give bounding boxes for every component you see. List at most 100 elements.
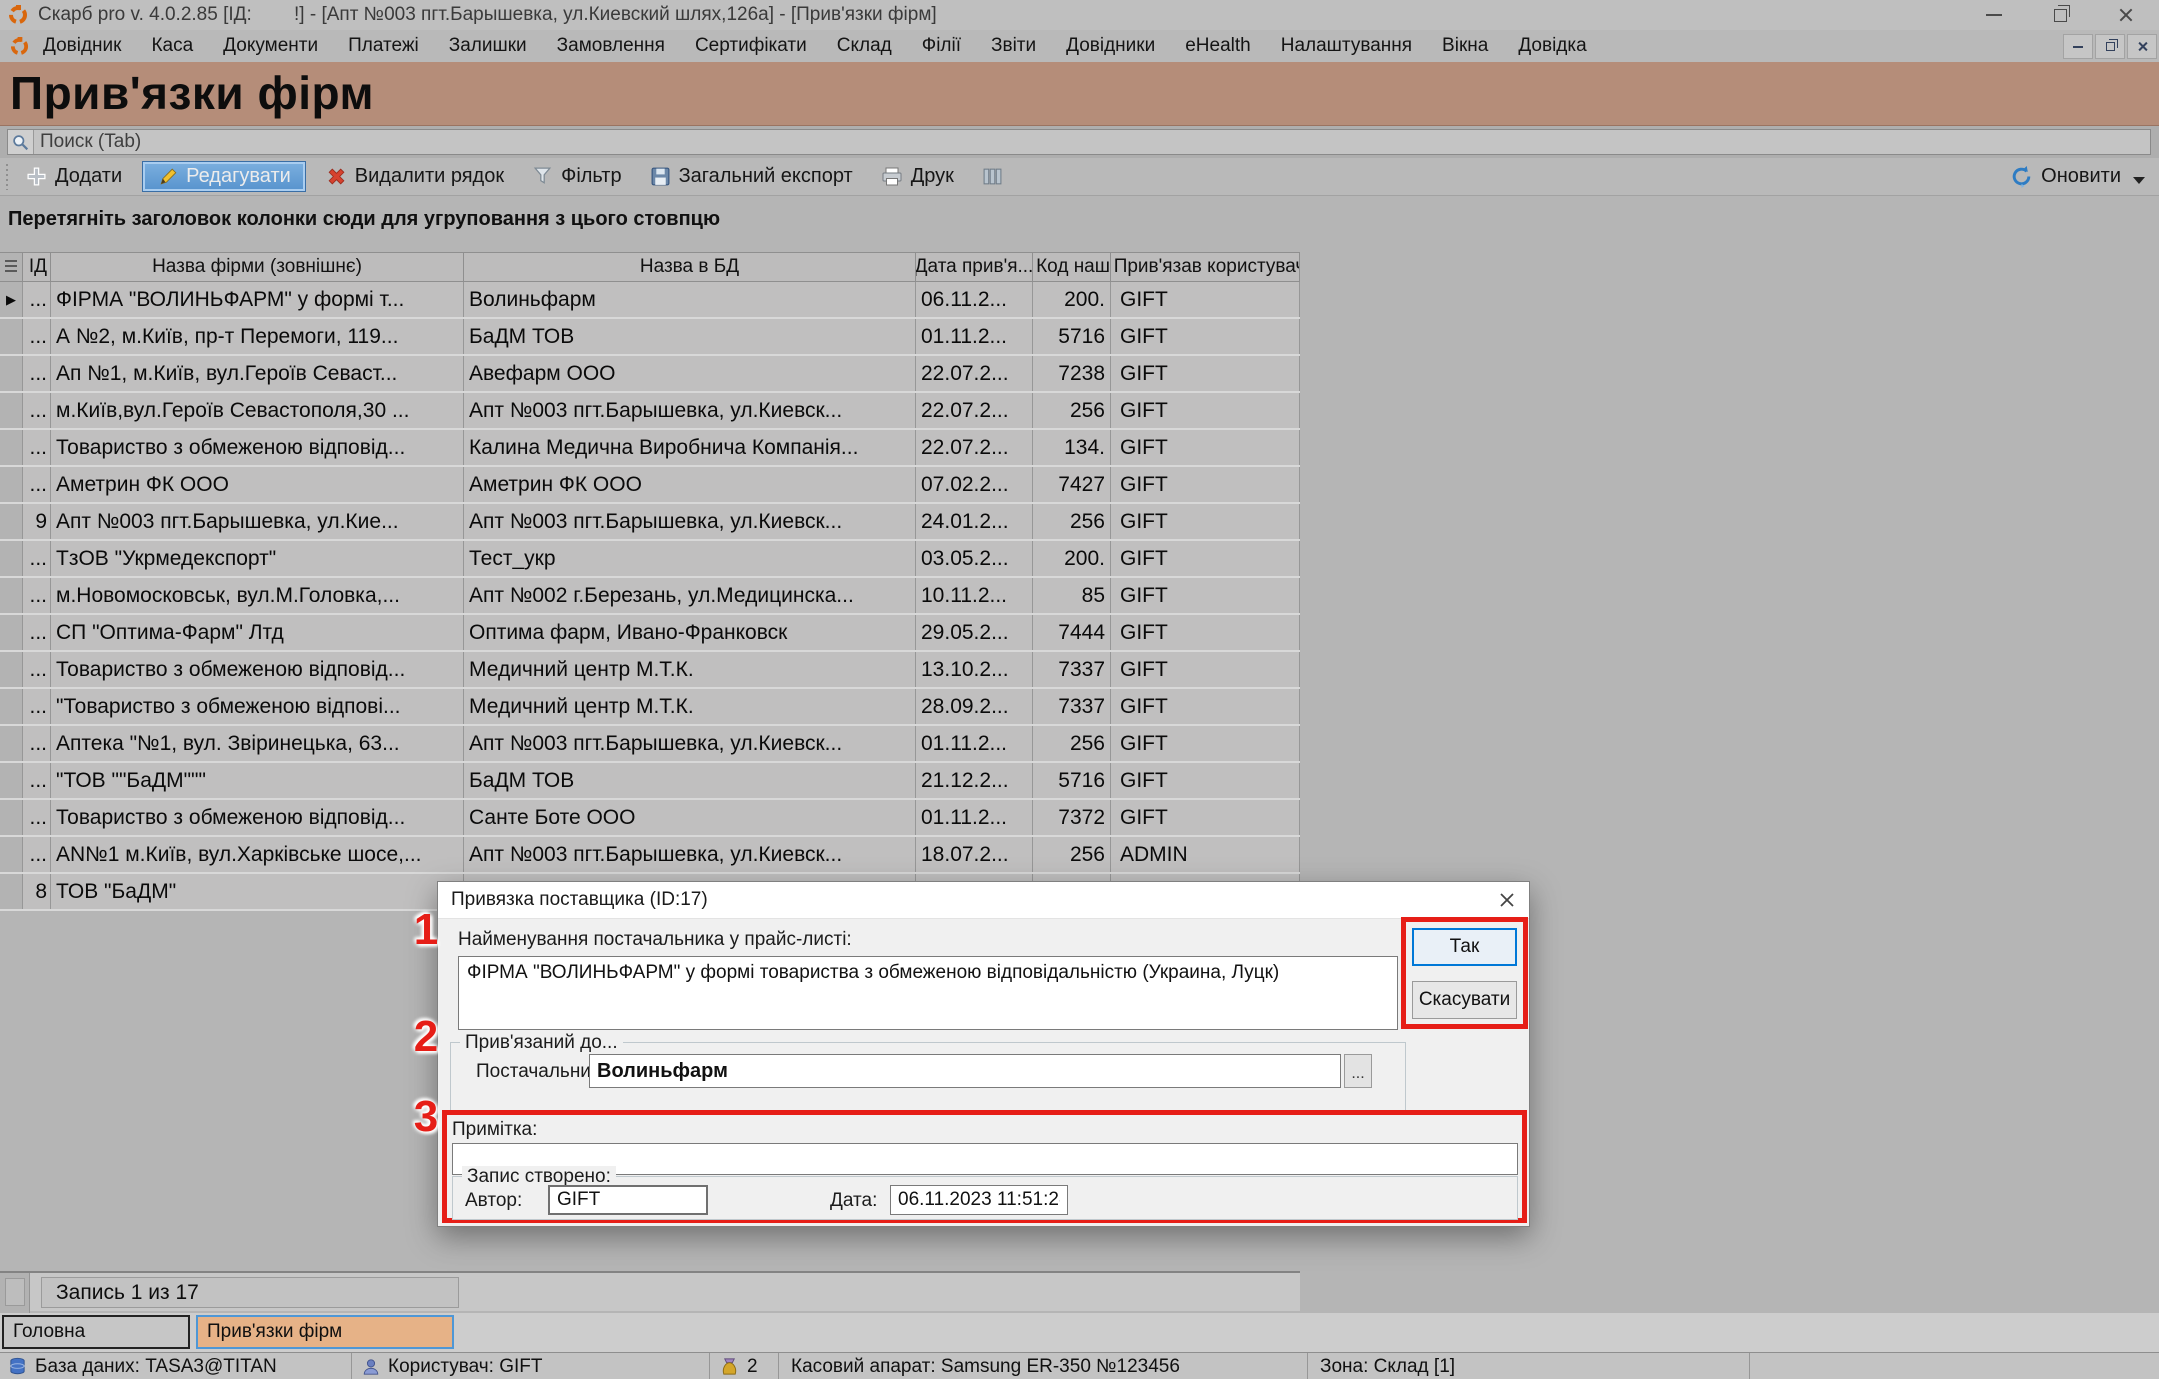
table-row[interactable]: ... Товариство з обмеженою відповід... С… [0,800,1300,837]
delete-row-button[interactable]: Видалити рядок [318,162,512,191]
cell-name: "ТОВ ""БаДМ""" [51,763,464,798]
table-row[interactable]: ... Товариство з обмеженою відповід... К… [0,430,1300,467]
menu-item[interactable]: Каса [151,35,193,57]
close-x-icon [1499,892,1515,908]
column-header-date[interactable]: Дата прив'я... [916,253,1033,281]
refresh-icon [2010,165,2033,188]
status-shift-count-label: 2 [747,1356,758,1378]
menu-item[interactable]: Сертифікати [695,35,807,57]
column-header-id[interactable]: ІД [23,253,51,281]
cell-name: Товариство з обмеженою відповід... [51,430,464,465]
table-row[interactable]: ... ТзОВ "Укрмедекспорт" Тест_укр 03.05.… [0,541,1300,578]
columns-button[interactable] [974,163,1011,190]
record-counter: Запись 1 из 17 [41,1277,459,1308]
menu-item[interactable]: Залишки [449,35,527,57]
column-header-name[interactable]: Назва фірми (зовнішнє) [51,253,464,281]
table-row[interactable]: ... А №2, м.Київ, пр-т Перемоги, 119... … [0,319,1300,356]
menu-item[interactable]: Платежі [348,35,419,57]
cell-db: Апт №003 пгт.Барышевка, ул.Киевск... [464,837,916,872]
row-marker-cell [0,800,23,835]
export-button[interactable]: Загальний експорт [642,162,861,191]
table-row[interactable]: ... Аптека "№1, вул. Звіринецька, 63... … [0,726,1300,763]
row-marker-header[interactable] [0,253,23,281]
table-row[interactable]: ... "Товариство з обмеженою відпові... М… [0,689,1300,726]
menu-item[interactable]: Звіти [991,35,1036,57]
cell-name: м.Новомосковськ, вул.М.Головка,... [51,578,464,613]
cell-user: GIFT [1111,689,1300,724]
toolbar: Додати Редагувати Видалити рядок Фільтр [0,158,2159,196]
table-row[interactable]: 9 Апт №003 пгт.Барышевка, ул.Кие... Апт … [0,504,1300,541]
menu-item[interactable]: Довідник [43,35,121,57]
dialog-close-button[interactable] [1485,882,1529,919]
cell-code: 85 [1033,578,1111,613]
table-row[interactable]: ▶ ... ФІРМА "ВОЛИНЬФАРМ" у формі т... Во… [0,282,1300,319]
menu-item[interactable]: Довідка [1518,35,1586,57]
cell-date: 18.07.2... [916,837,1033,872]
menu-item[interactable]: Документи [223,35,318,57]
menu-item[interactable]: Склад [837,35,892,57]
refresh-dropdown-caret[interactable] [2133,177,2145,184]
menu-item[interactable]: eHealth [1185,35,1251,57]
close-button[interactable] [2093,0,2159,30]
cell-code: 7427 [1033,467,1111,502]
author-input[interactable] [548,1185,708,1215]
table-row[interactable]: ... Ап №1, м.Київ, вул.Героїв Севаст... … [0,356,1300,393]
cell-code: 256 [1033,504,1111,539]
date-input[interactable] [890,1185,1068,1215]
table-row[interactable]: ... м.Новомосковськ, вул.М.Головка,... А… [0,578,1300,615]
menu-item[interactable]: Вікна [1442,35,1488,57]
menu-item[interactable]: Замовлення [557,35,665,57]
supplier-name-textarea[interactable]: ФІРМА "ВОЛИНЬФАРМ" у формі товариства з … [458,956,1398,1030]
table-row[interactable]: ... Аметрин ФК ООО Аметрин ФК ООО 07.02.… [0,467,1300,504]
status-user-label: Користувач: GIFT [388,1356,543,1378]
mdi-close-button[interactable] [2127,34,2157,59]
refresh-button[interactable]: Оновити [2010,165,2145,188]
cell-date: 07.02.2... [916,467,1033,502]
cell-date: 24.01.2... [916,504,1033,539]
search-row [0,126,2159,158]
tab-firm-bindings[interactable]: Прив'язки фірм [196,1315,454,1349]
cell-id: ... [23,578,51,613]
column-header-code[interactable]: Код наш [1033,253,1111,281]
menu-item[interactable]: Довідники [1066,35,1155,57]
cell-id: 9 [23,504,51,539]
table-row[interactable]: ... Товариство з обмеженою відповід... М… [0,652,1300,689]
row-marker-cell [0,837,23,872]
tab-main[interactable]: Головна [2,1315,190,1349]
column-header-db[interactable]: Назва в БД [464,253,916,281]
search-input[interactable] [34,131,2150,153]
print-button[interactable]: Друк [873,162,962,191]
supplier-input[interactable] [589,1054,1341,1088]
record-bar-left-strip [0,1273,30,1313]
cell-db: Медичний центр М.Т.К. [464,689,916,724]
record-counter-bar: Запись 1 из 17 [0,1271,1300,1311]
cell-id: ... [23,689,51,724]
menu-item[interactable]: Філії [922,35,961,57]
status-bar: База даних: TASA3@TITAN Користувач: GIFT… [0,1352,2159,1379]
delete-button-label: Видалити рядок [355,165,504,188]
table-row[interactable]: ... АN№1 м.Київ, вул.Харківське шосе,...… [0,837,1300,874]
minimize-button[interactable] [1961,0,2027,30]
menu-item[interactable]: Налаштування [1281,35,1412,57]
browse-button[interactable]: ... [1344,1054,1372,1088]
table-row[interactable]: ... "ТОВ ""БаДМ""" БаДМ ТОВ 21.12.2... 5… [0,763,1300,800]
column-header-user[interactable]: Прив'язав користувач [1111,253,1300,281]
cell-db: Калина Медична Виробнича Компанія... [464,430,916,465]
maximize-button[interactable] [2027,0,2093,30]
toolbar-grip[interactable] [4,164,10,190]
edit-button[interactable]: Редагувати [142,161,306,192]
cell-db: Авефарм ООО [464,356,916,391]
cell-user: GIFT [1111,578,1300,613]
cell-date: 01.11.2... [916,319,1033,354]
cell-code: 256 [1033,726,1111,761]
date-label: Дата: [830,1190,877,1212]
add-button[interactable]: Додати [18,162,130,191]
mdi-minimize-button[interactable] [2063,34,2093,59]
cell-db: Медичний центр М.Т.К. [464,652,916,687]
filter-button[interactable]: Фільтр [524,162,629,191]
table-row[interactable]: ... м.Київ,вул.Героїв Севастополя,30 ...… [0,393,1300,430]
table-row[interactable]: ... СП "Оптима-Фарм" Лтд Оптима фарм, Ив… [0,615,1300,652]
mdi-restore-button[interactable] [2095,34,2125,59]
window-tabs-bar: Головна Прив'язки фірм [0,1313,2159,1352]
menu-logo-icon [10,37,29,56]
